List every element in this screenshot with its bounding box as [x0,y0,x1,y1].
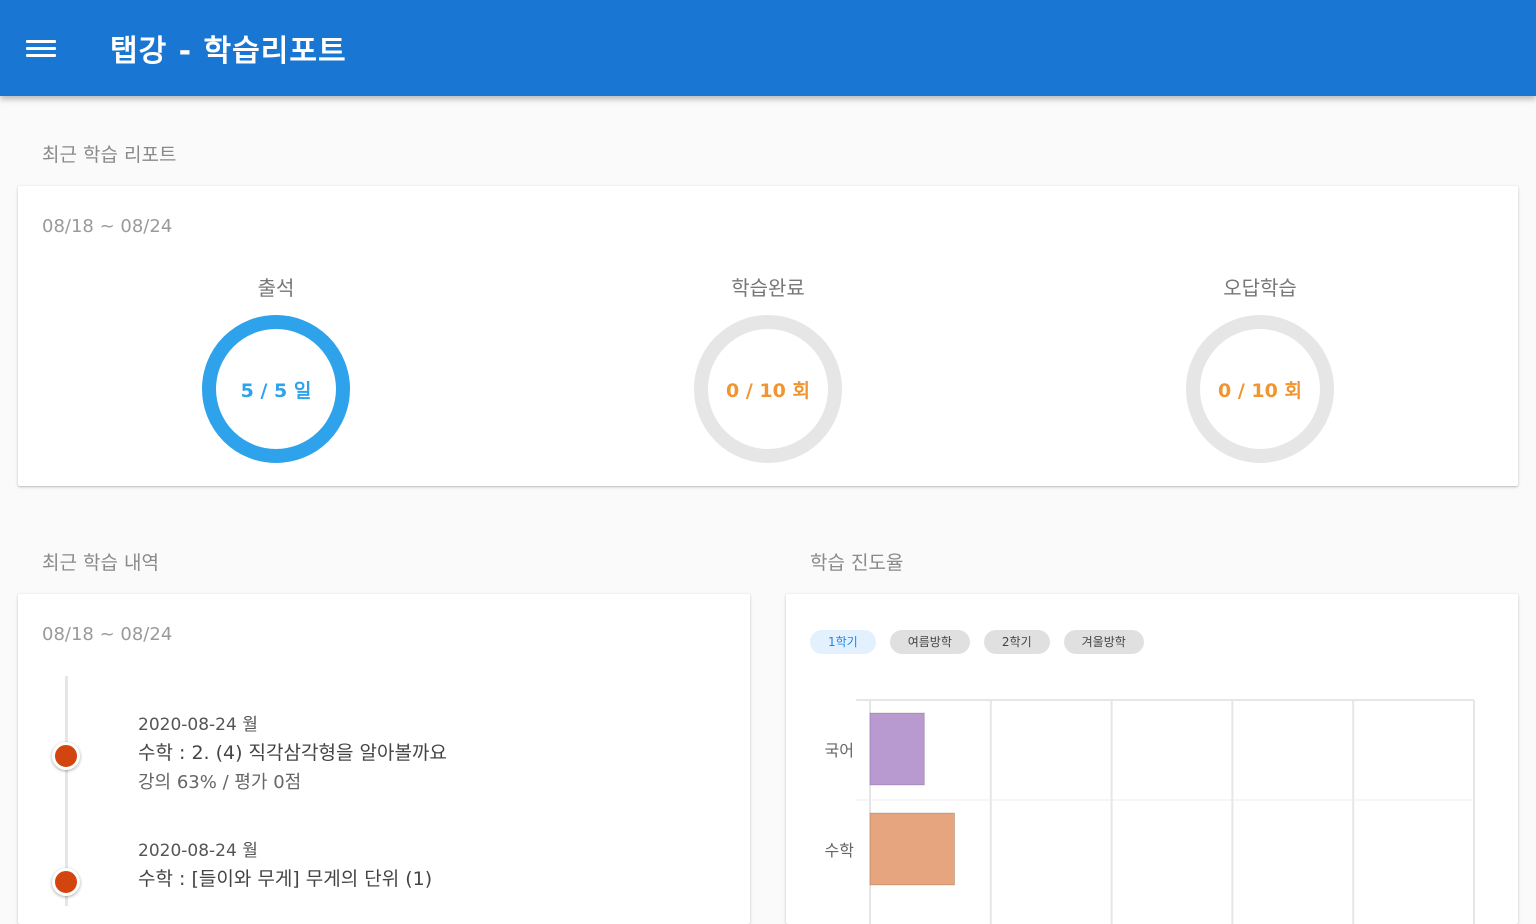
timeline-text: 2020-08-24 월 수학 : 2. (4) 직각삼각형을 알아볼까요 강의… [138,712,447,798]
stat-attendance: 출석 5 / 5 일 [176,272,376,464]
history-card: 08/18 ~ 08/24 2020-08-24 월 수학 : 2. (4) 직… [18,594,750,924]
recent-report-card: 08/18 ~ 08/24 출석 5 / 5 일 학습완료 0 / 10 회 오… [18,186,1518,486]
stat-label: 오답학습 [1223,276,1297,300]
timeline-text: 2020-08-24 월 수학 : [들이와 무게] 무게의 단위 (1) [138,838,432,894]
category-label: 수학 [825,841,855,860]
progress-card: 1학기 여름방학 2학기 겨울방학 국어 수학 [786,594,1518,924]
timeline-lesson: 수학 : [들이와 무게] 무게의 단위 (1) [138,868,433,890]
menu-icon[interactable] [26,32,58,64]
menu-icon-line [26,53,56,57]
ring-value: 0 / 10 회 [1218,379,1302,402]
app-title: 탭강 - 학습리포트 [110,34,347,69]
stat-wrong-answer: 오답학습 0 / 10 회 [1160,272,1360,464]
history-title: 최근 학습 내역 [42,552,159,574]
bar-korean [869,712,925,786]
progress-bar-chart: 국어수학 [825,699,1475,924]
report-date-range: 08/18 ~ 08/24 [42,216,173,237]
attendance-ring: 5 / 5 일 [201,314,351,464]
category-label: 국어 [825,741,854,760]
timeline-dot [52,742,80,770]
bar-math [869,812,956,886]
stat-label: 학습완료 [731,276,805,300]
completion-ring: 0 / 10 회 [693,314,843,464]
history-date-range: 08/18 ~ 08/24 [42,624,173,645]
recent-report-title: 최근 학습 리포트 [42,144,177,166]
menu-icon-line [26,46,56,50]
timeline-dot [52,868,80,896]
ring-value: 5 / 5 일 [240,379,312,402]
timeline-date: 2020-08-24 월 [138,715,258,735]
timeline-detail: 강의 63% / 평가 0점 [138,772,302,793]
stat-completion: 학습완료 0 / 10 회 [668,272,868,464]
timeline-lesson: 수학 : 2. (4) 직각삼각형을 알아볼까요 [138,742,447,764]
menu-icon-line [26,39,56,43]
ring-value: 0 / 10 회 [726,379,810,402]
timeline-date: 2020-08-24 월 [138,841,258,861]
wrong-answer-ring: 0 / 10 회 [1185,314,1335,464]
progress-title: 학습 진도율 [810,552,904,574]
app-bar: 탭강 - 학습리포트 [0,0,1536,96]
stat-label: 출석 [257,276,295,300]
